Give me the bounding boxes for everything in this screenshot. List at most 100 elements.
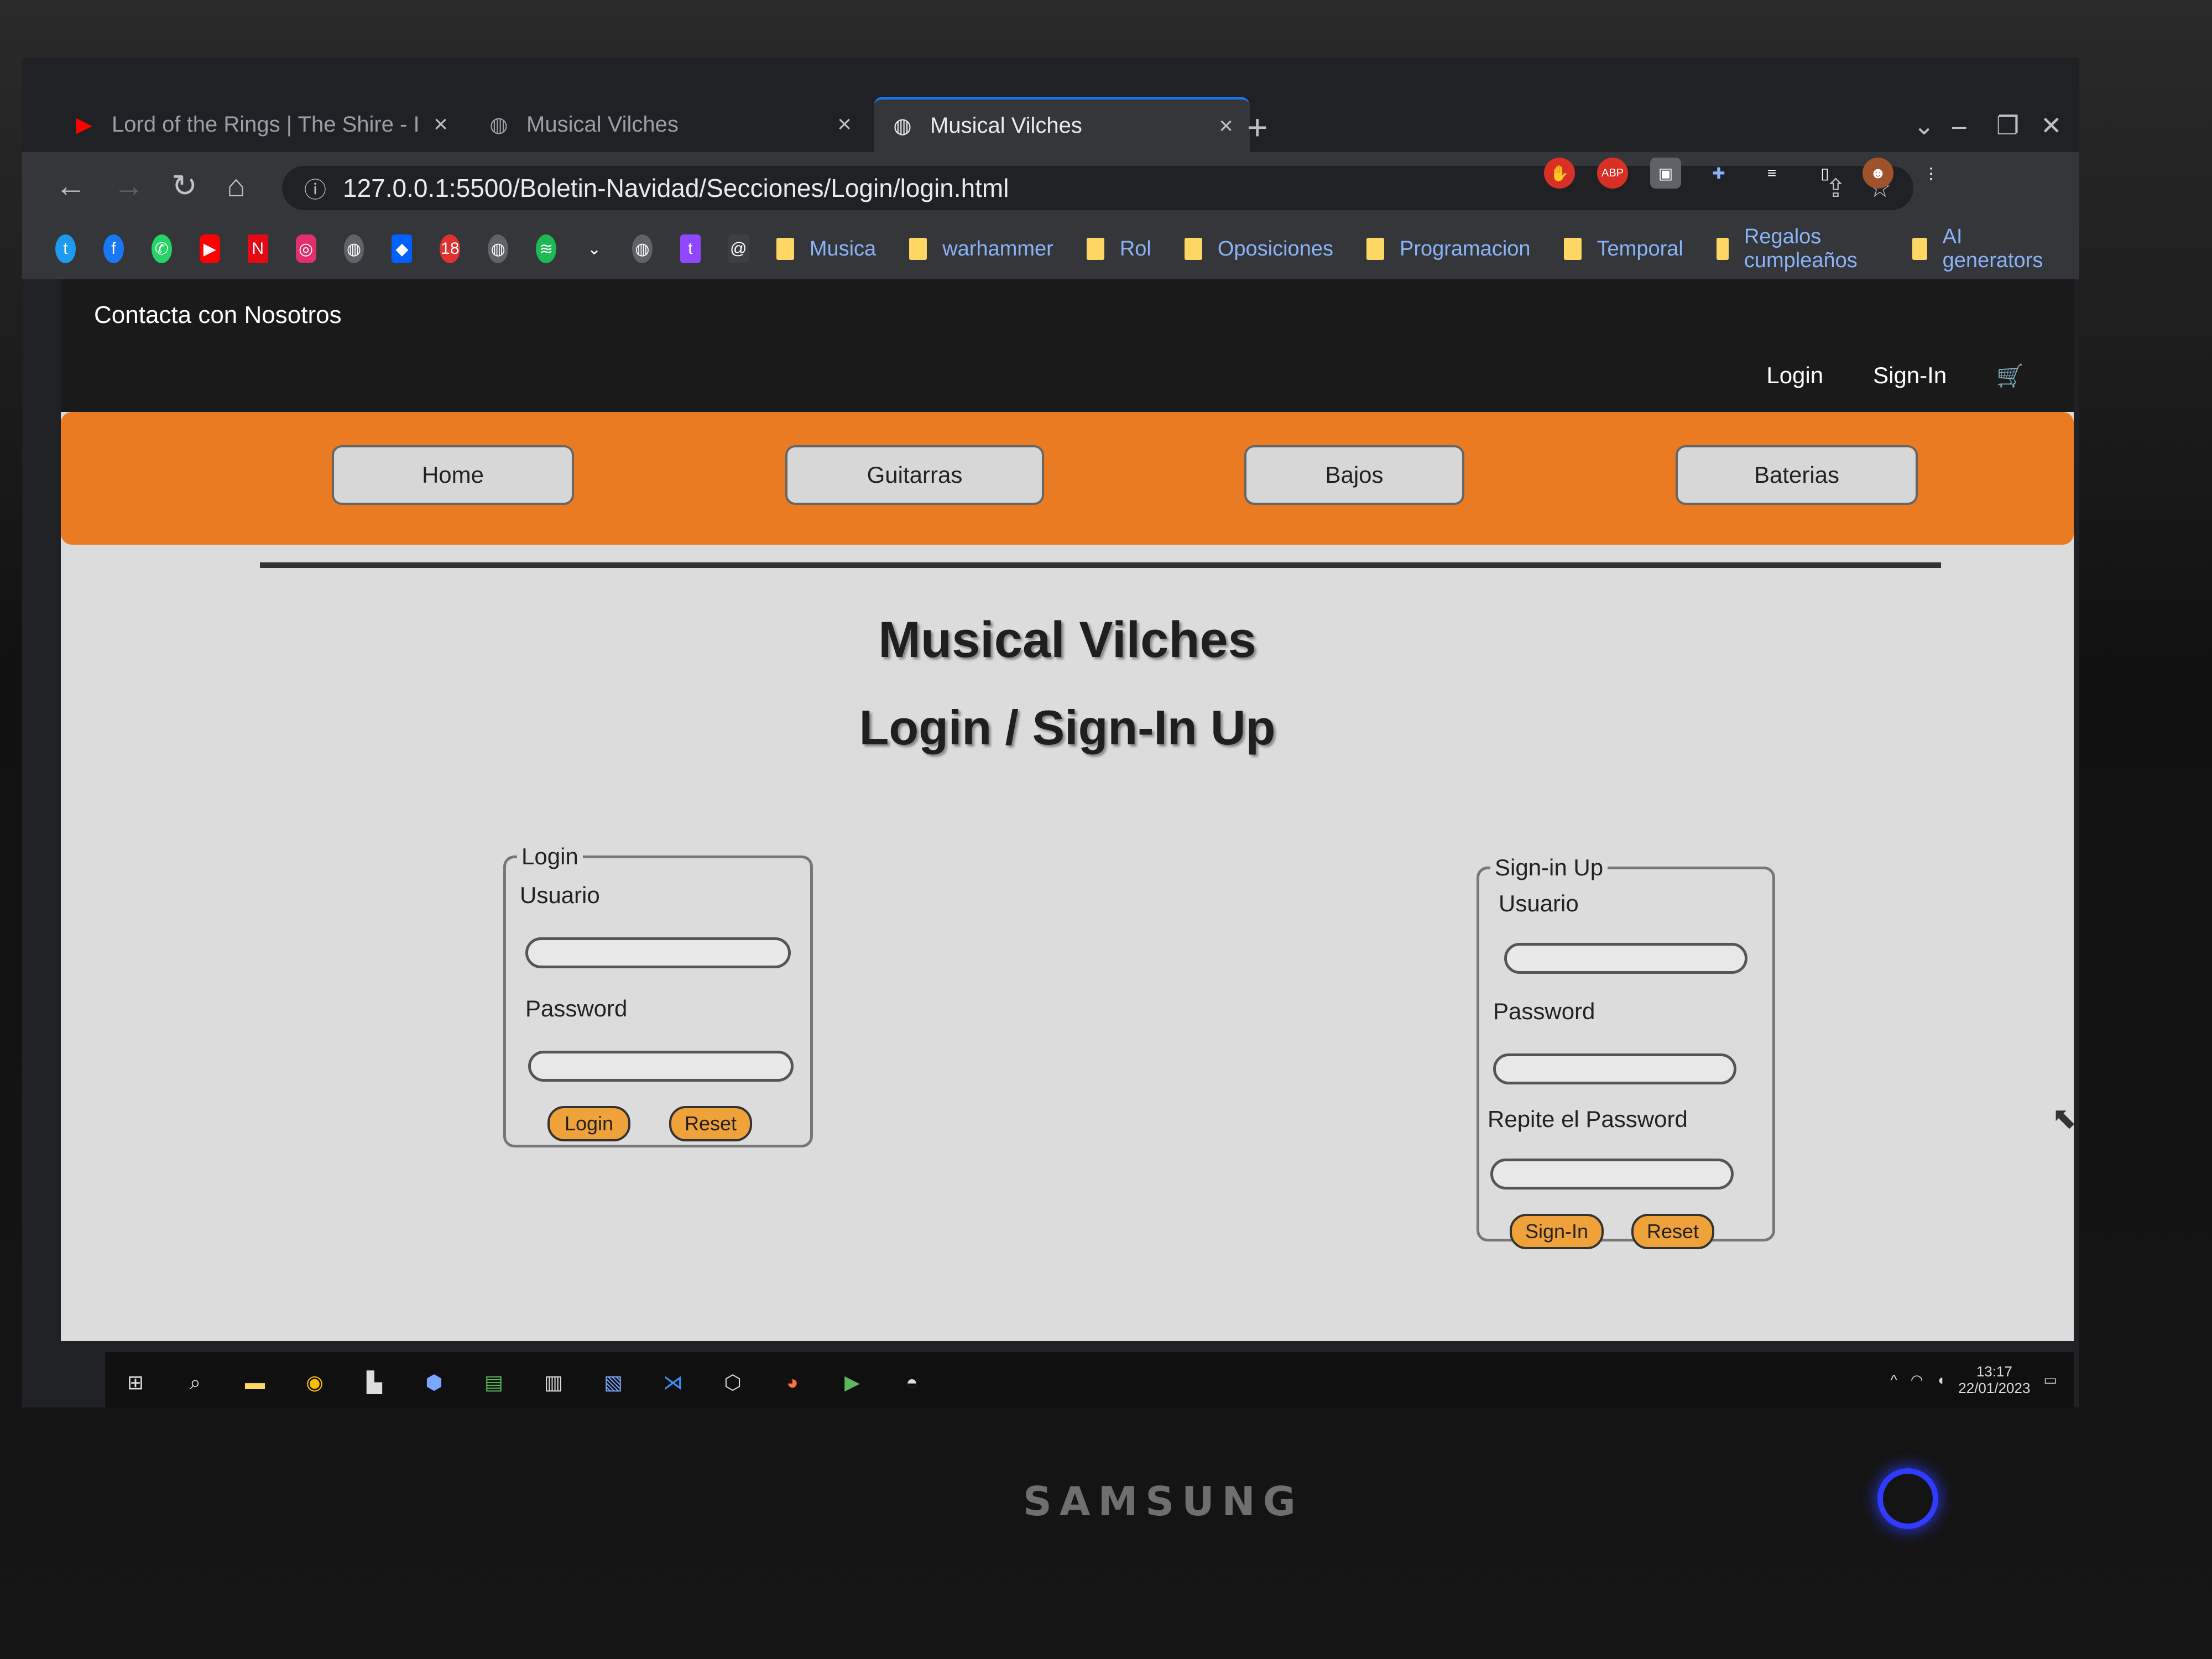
window-close-icon[interactable]: ✕: [2041, 111, 2062, 140]
bookmark-folder[interactable]: Rol: [1086, 237, 1151, 261]
globe-icon: ◍: [489, 113, 508, 137]
login-reset-button[interactable]: Reset: [669, 1106, 752, 1141]
bookmark-folder[interactable]: Oposiciones: [1184, 237, 1333, 261]
tab-search-icon[interactable]: ⌄: [1913, 111, 1935, 140]
bookmark-folder[interactable]: warhammer: [909, 237, 1053, 261]
windows-start-icon[interactable]: ⊞: [122, 1369, 149, 1396]
menu-bajos-button[interactable]: Bajos: [1244, 445, 1464, 505]
whatsapp-icon[interactable]: ✆: [151, 234, 172, 263]
globe-icon[interactable]: ◍: [632, 234, 653, 263]
signup-repeat-input[interactable]: [1490, 1159, 1734, 1190]
tab-musical-1[interactable]: ◍ Musical Vilches ×: [470, 97, 868, 152]
power-led-icon: [1877, 1468, 1938, 1529]
sidepanel-icon[interactable]: ▯: [1809, 158, 1840, 189]
file-explorer-icon[interactable]: ▬: [241, 1369, 269, 1396]
menu-kebab-icon[interactable]: ⋮: [1916, 158, 1947, 189]
menu-guitarras-button[interactable]: Guitarras: [785, 445, 1044, 505]
back-icon[interactable]: ←: [55, 168, 86, 204]
network-icon[interactable]: ◠: [1911, 1371, 1923, 1389]
login-link[interactable]: Login: [1766, 362, 1823, 389]
menu-home-button[interactable]: Home: [332, 445, 574, 505]
facebook-icon[interactable]: f: [103, 234, 124, 263]
folder-icon: [776, 238, 794, 260]
minimize-icon[interactable]: –: [1952, 111, 1966, 140]
document-icon[interactable]: ▧: [599, 1369, 627, 1396]
clock[interactable]: 13:17 22/01/2023: [1958, 1363, 2030, 1396]
extension-window-icon[interactable]: ▣: [1650, 158, 1681, 189]
page-title: Musical Vilches: [878, 612, 1256, 668]
reload-icon[interactable]: ↻: [171, 168, 197, 204]
adblock-icon[interactable]: ABP: [1597, 158, 1628, 189]
mail-icon[interactable]: @: [728, 234, 749, 263]
globe-icon[interactable]: ◍: [488, 234, 509, 263]
folder-icon: [1912, 238, 1927, 260]
github-icon[interactable]: ◓: [898, 1369, 926, 1396]
login-submit-button[interactable]: Login: [547, 1106, 630, 1141]
signup-password-input[interactable]: [1493, 1053, 1736, 1084]
menu-baterias-button[interactable]: Baterias: [1676, 445, 1918, 505]
bookmark-folder[interactable]: Programacion: [1366, 237, 1531, 261]
cart-icon[interactable]: 🛒: [1996, 363, 2024, 389]
tab-label: Musical Vilches: [526, 112, 679, 137]
clock-time: 13:17: [1976, 1363, 2012, 1380]
puzzle-icon[interactable]: ✚: [1703, 158, 1734, 189]
firefox-icon[interactable]: ◕: [779, 1369, 806, 1396]
dropbox-icon[interactable]: ◆: [392, 234, 413, 263]
close-icon[interactable]: ×: [1219, 112, 1233, 140]
bookmark-folder[interactable]: Temporal: [1563, 237, 1683, 261]
netflix-icon[interactable]: N: [247, 234, 268, 263]
restore-icon[interactable]: ❐: [1996, 111, 2019, 140]
tab-label: Musical Vilches: [930, 113, 1082, 138]
tab-lotr[interactable]: ▶ Lord of the Rings | The Shire - I ×: [55, 97, 465, 152]
notepad-icon[interactable]: ▤: [480, 1369, 508, 1396]
tray-chevron-icon[interactable]: ^: [1891, 1371, 1897, 1389]
twitch-icon[interactable]: t: [680, 234, 701, 263]
bookmarks-bar: t f ✆ ▶ N ◎ ◍ ◆ 18 ◍ ≋ ⌄ ◍ t @ Musica wa…: [22, 218, 2079, 279]
signup-user-label: Usuario: [1499, 890, 1579, 916]
extension-hand-icon[interactable]: ✋: [1544, 158, 1575, 189]
account-nav: Login Sign-In 🛒: [1766, 362, 2024, 389]
vscode-icon[interactable]: ⋊: [659, 1369, 687, 1396]
bookmark-folder[interactable]: Musica: [776, 237, 876, 261]
folder-icon: [1366, 238, 1384, 260]
site-topbar: Contacta con Nosotros Login Sign-In 🛒: [61, 279, 2074, 412]
signin-link[interactable]: Sign-In: [1873, 362, 1947, 389]
close-icon[interactable]: ×: [434, 111, 448, 138]
3d-icon[interactable]: ⬡: [719, 1369, 747, 1396]
home-icon[interactable]: ⌂: [227, 168, 246, 204]
signup-reset-button[interactable]: Reset: [1631, 1214, 1714, 1249]
profile-avatar[interactable]: ☻: [1863, 158, 1893, 189]
age-rating-icon[interactable]: 18: [440, 234, 461, 263]
signup-legend: Sign-in Up: [1495, 854, 1604, 880]
terminal-icon[interactable]: ▥: [540, 1369, 567, 1396]
globe-icon[interactable]: ◍: [343, 234, 364, 263]
login-user-input[interactable]: [525, 937, 791, 968]
notifications-icon[interactable]: ▭: [2043, 1371, 2057, 1389]
search-icon[interactable]: ⌕: [181, 1369, 209, 1396]
forward-icon[interactable]: →: [113, 168, 144, 204]
box-app-icon[interactable]: ⬢: [420, 1369, 448, 1396]
signup-submit-button[interactable]: Sign-In: [1510, 1214, 1604, 1249]
spotify-icon[interactable]: ≋: [536, 234, 557, 263]
bookmark-folder[interactable]: Regalos cumpleaños: [1716, 225, 1880, 273]
instagram-icon[interactable]: ◎: [295, 234, 316, 263]
folder-icon: [1086, 238, 1104, 260]
signup-user-input[interactable]: [1504, 943, 1747, 974]
new-tab-button[interactable]: +: [1247, 107, 1267, 148]
playlist-icon[interactable]: ≡: [1756, 158, 1787, 189]
chevron-down-icon[interactable]: ⌄: [584, 234, 604, 263]
url-text: 127.0.0.1:5500/Boletin-Navidad/Secciones…: [343, 174, 1009, 202]
close-icon[interactable]: ×: [837, 111, 852, 138]
youtube-icon: ▶: [76, 113, 92, 137]
login-password-input[interactable]: [528, 1051, 794, 1082]
chrome-icon[interactable]: ◉: [301, 1369, 328, 1396]
volume-icon[interactable]: ◖: [1937, 1371, 1945, 1389]
youtube-icon[interactable]: ▶: [199, 234, 220, 263]
twitter-icon[interactable]: t: [55, 234, 76, 263]
app-icon[interactable]: ▙: [361, 1369, 388, 1396]
media-icon[interactable]: ▶: [838, 1369, 866, 1396]
bookmark-folder[interactable]: AI generators: [1912, 225, 2046, 273]
folder-icon: [1716, 238, 1729, 260]
contact-link[interactable]: Contacta con Nosotros: [94, 301, 342, 329]
tab-musical-active[interactable]: ◍ Musical Vilches ×: [874, 97, 1250, 152]
